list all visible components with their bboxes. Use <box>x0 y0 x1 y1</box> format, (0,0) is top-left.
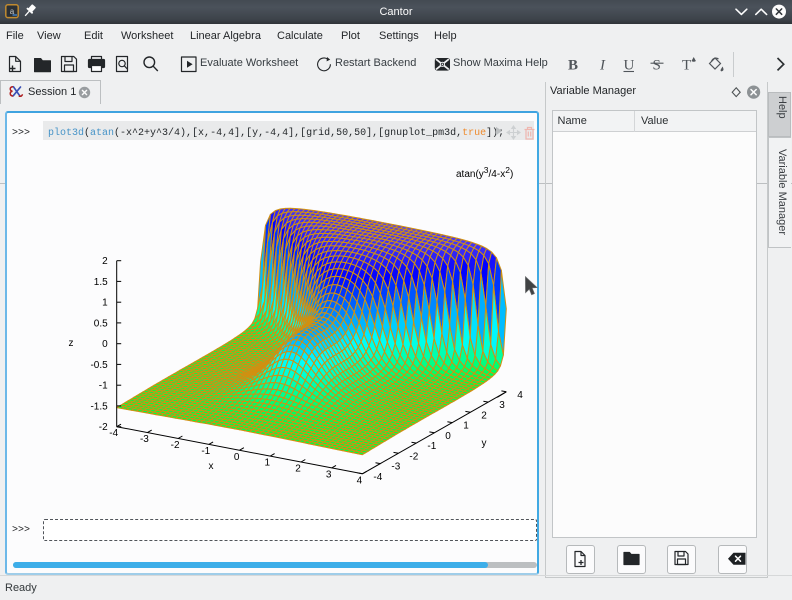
svg-text:-2: -2 <box>99 422 108 433</box>
svg-text:-3: -3 <box>391 462 400 473</box>
svg-text:4: 4 <box>357 475 363 486</box>
svg-text:1: 1 <box>265 458 271 469</box>
svg-text:1.5: 1.5 <box>94 277 108 288</box>
svg-text:-2: -2 <box>409 451 418 462</box>
svg-text:-1: -1 <box>427 441 436 452</box>
svg-text:1: 1 <box>463 421 469 432</box>
svg-text:0.5: 0.5 <box>94 318 108 329</box>
svg-text:3: 3 <box>499 400 505 411</box>
svg-text:2: 2 <box>295 464 301 475</box>
svg-text:4: 4 <box>517 390 523 401</box>
svg-text:-1: -1 <box>99 381 108 392</box>
svg-text:x: x <box>209 461 214 472</box>
svg-text:-0.5: -0.5 <box>90 360 108 371</box>
svg-text:-3: -3 <box>140 434 149 445</box>
svg-text:2: 2 <box>481 410 487 421</box>
svg-text:3: 3 <box>326 469 332 480</box>
svg-text:atan(y3/4-x2): atan(y3/4-x2) <box>456 165 513 180</box>
svg-text:0: 0 <box>102 339 108 350</box>
svg-text:-4: -4 <box>373 472 382 483</box>
svg-text:-1.5: -1.5 <box>90 401 108 412</box>
svg-text:0: 0 <box>234 452 240 463</box>
svg-text:-1: -1 <box>201 446 210 457</box>
svg-text:-4: -4 <box>109 428 118 439</box>
svg-text:1: 1 <box>102 298 108 309</box>
svg-text:2: 2 <box>102 256 108 267</box>
svg-text:y: y <box>482 438 487 449</box>
svg-text:0: 0 <box>445 431 451 442</box>
svg-text:z: z <box>69 338 74 349</box>
svg-text:-2: -2 <box>171 440 180 451</box>
